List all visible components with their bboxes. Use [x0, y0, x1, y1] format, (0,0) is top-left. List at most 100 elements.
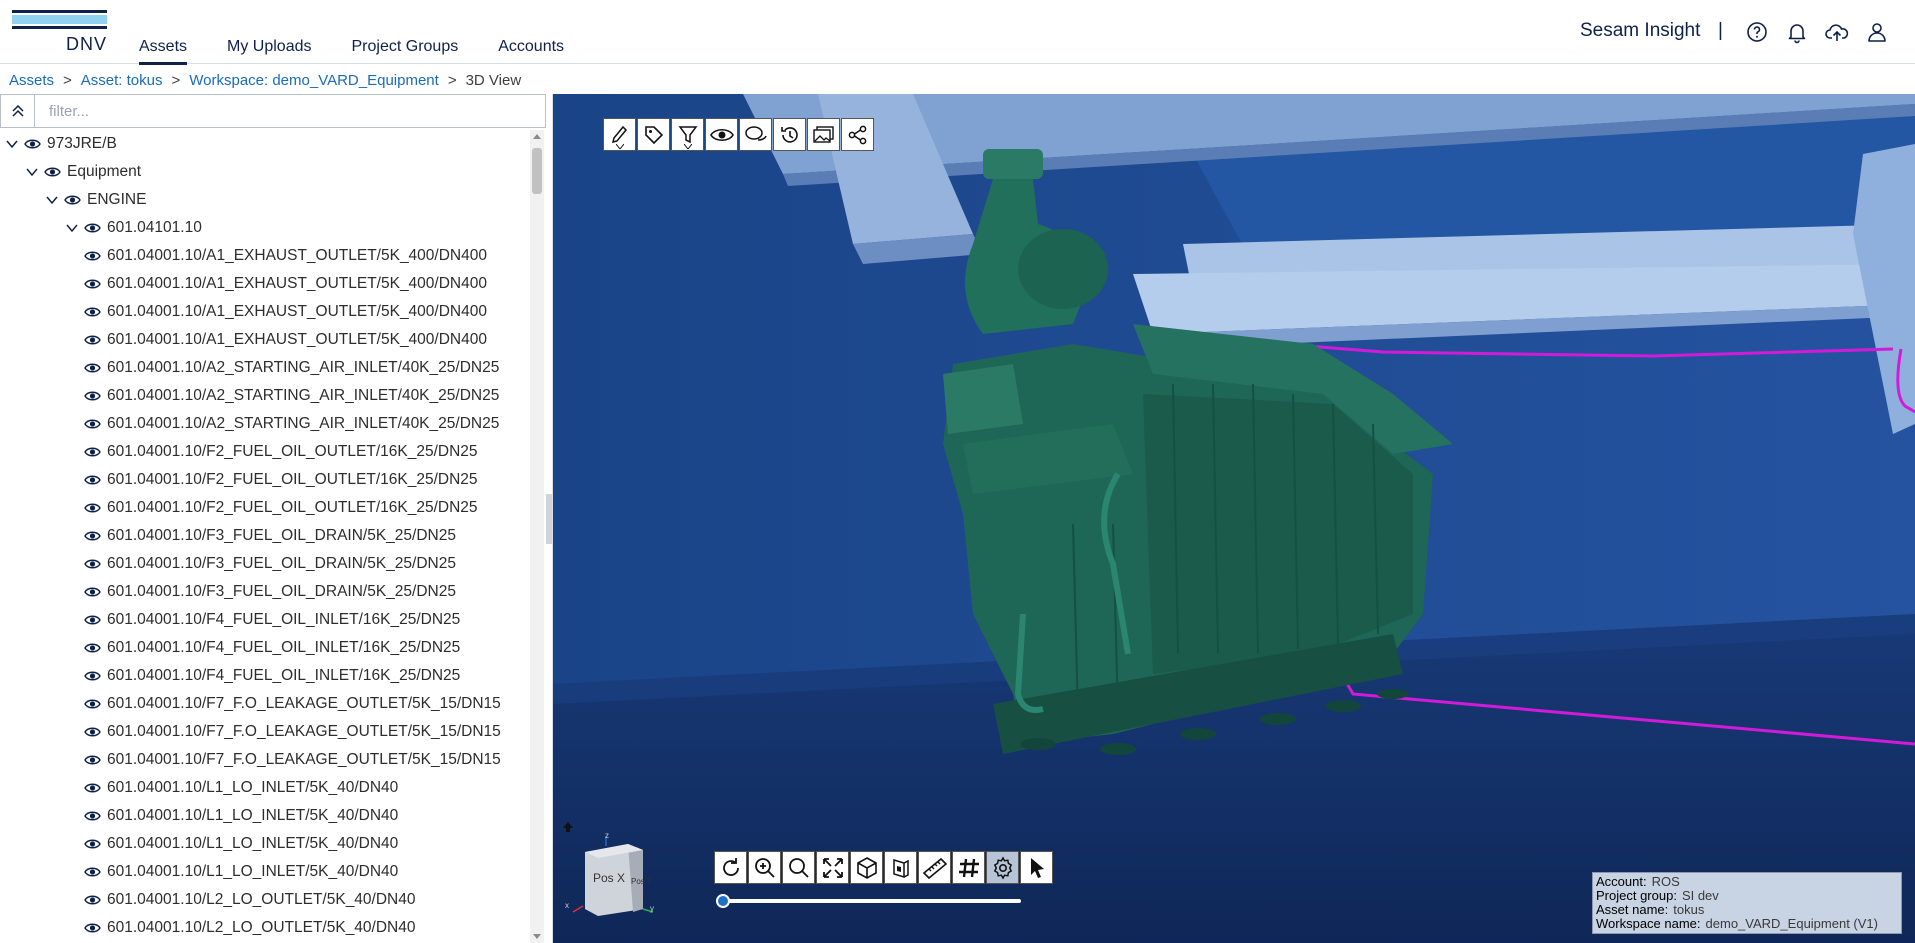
eye-icon[interactable]	[84, 810, 101, 822]
tree-item-row[interactable]: 601.04001.10/F2_FUEL_OIL_OUTLET/16K_25/D…	[84, 494, 478, 522]
chevron-down-icon[interactable]	[4, 136, 20, 152]
tree-item-row[interactable]: 601.04001.10/F4_FUEL_OIL_INLET/16K_25/DN…	[84, 662, 460, 690]
markup-button[interactable]	[603, 118, 636, 151]
filter-button[interactable]	[671, 118, 704, 151]
tree-item-row[interactable]: 601.04001.10/L1_LO_INLET/5K_40/DN40	[84, 802, 398, 830]
history-button[interactable]	[773, 118, 806, 151]
view-cube-button[interactable]	[850, 851, 883, 884]
tree-item-row[interactable]: 601.04001.10/A1_EXHAUST_OUTLET/5K_400/DN…	[84, 326, 487, 354]
eye-icon[interactable]	[24, 138, 41, 150]
eye-icon[interactable]	[84, 698, 101, 710]
tree-item-row[interactable]: 601.04001.10/F7_F.O_LEAKAGE_OUTLET/5K_15…	[84, 718, 501, 746]
transparency-slider-knob[interactable]	[716, 894, 730, 908]
breadcrumb-asset[interactable]: Asset: tokus	[81, 72, 163, 89]
eye-icon[interactable]	[84, 782, 101, 794]
chevron-down-icon[interactable]	[24, 164, 40, 180]
tag-button[interactable]	[637, 118, 670, 151]
eye-icon[interactable]	[84, 334, 101, 346]
eye-icon[interactable]	[84, 614, 101, 626]
eye-icon[interactable]	[84, 502, 101, 514]
gallery-button[interactable]	[807, 118, 840, 151]
nav-assets[interactable]: Assets	[139, 0, 188, 65]
nav-accounts[interactable]: Accounts	[498, 0, 564, 64]
tree-group-row[interactable]: ENGINE	[44, 186, 146, 214]
chevron-down-icon[interactable]	[64, 220, 80, 236]
eye-icon[interactable]	[84, 418, 101, 430]
eye-icon[interactable]	[84, 726, 101, 738]
scroll-thumb[interactable]	[532, 148, 542, 194]
eye-icon[interactable]	[84, 922, 101, 934]
help-icon[interactable]	[1745, 20, 1769, 44]
eye-icon[interactable]	[84, 474, 101, 486]
tree-item-row[interactable]: 601.04001.10/L1_LO_INLET/5K_40/DN40	[84, 830, 398, 858]
eye-icon[interactable]	[84, 586, 101, 598]
comments-button[interactable]	[739, 118, 772, 151]
eye-icon[interactable]	[64, 194, 81, 206]
eye-icon[interactable]	[84, 362, 101, 374]
tree-item-row[interactable]: 601.04001.10/F4_FUEL_OIL_INLET/16K_25/DN…	[84, 634, 460, 662]
tree-group-row[interactable]: Equipment	[24, 158, 141, 186]
3d-viewport[interactable]: Pos X Pos Y z x y Account: ROS Project g…	[553, 94, 1915, 943]
eye-icon[interactable]	[84, 306, 101, 318]
tree-item-row[interactable]: 601.04001.10/F2_FUEL_OIL_OUTLET/16K_25/D…	[84, 438, 478, 466]
tree-item-row[interactable]: 601.04001.10/F3_FUEL_OIL_DRAIN/5K_25/DN2…	[84, 550, 456, 578]
tree-item-row[interactable]: 601.04001.10/F2_FUEL_OIL_OUTLET/16K_25/D…	[84, 466, 478, 494]
tree-item-row[interactable]: 601.04001.10/F7_F.O_LEAKAGE_OUTLET/5K_15…	[84, 690, 501, 718]
breadcrumb-assets[interactable]: Assets	[9, 72, 54, 89]
tree-scrollbar[interactable]	[530, 130, 544, 943]
tree-item-row[interactable]: 601.04001.10/A1_EXHAUST_OUTLET/5K_400/DN…	[84, 298, 487, 326]
eye-icon[interactable]	[84, 250, 101, 262]
eye-icon[interactable]	[84, 446, 101, 458]
nav-my-uploads[interactable]: My Uploads	[227, 0, 311, 64]
section-button[interactable]	[884, 851, 917, 884]
eye-icon[interactable]	[84, 530, 101, 542]
scroll-up-arrow[interactable]	[533, 134, 541, 139]
share-button[interactable]	[841, 118, 874, 151]
tree-item-row[interactable]: 601.04001.10/L2_LO_OUTLET/5K_40/DN40	[84, 886, 416, 914]
tree-item-row[interactable]: 601.04001.10/A1_EXHAUST_OUTLET/5K_400/DN…	[84, 270, 487, 298]
eye-icon[interactable]	[84, 222, 101, 234]
tree-item-row[interactable]: 601.04001.10/L2_LO_OUTLET/5K_40/DN40	[84, 914, 416, 942]
eye-icon[interactable]	[84, 558, 101, 570]
grid-button[interactable]	[952, 851, 985, 884]
transparency-slider-track[interactable]	[719, 899, 1021, 903]
settings-button[interactable]	[986, 851, 1019, 884]
zoom-button[interactable]	[782, 851, 815, 884]
eye-icon[interactable]	[44, 166, 61, 178]
upload-icon[interactable]	[1825, 20, 1849, 44]
tree-group-row[interactable]: 973JRE/B	[4, 130, 117, 158]
rotate-button[interactable]	[714, 851, 747, 884]
eye-icon[interactable]	[84, 754, 101, 766]
tree-item-row[interactable]: 601.04001.10/A1_EXHAUST_OUTLET/5K_400/DN…	[84, 242, 487, 270]
tree-item-row[interactable]: 601.04001.10/F7_F.O_LEAKAGE_OUTLET/5K_15…	[84, 746, 501, 774]
chevron-down-icon[interactable]	[44, 192, 60, 208]
eye-icon[interactable]	[84, 838, 101, 850]
user-icon[interactable]	[1865, 20, 1889, 44]
dnv-logo[interactable]: DNV	[12, 10, 107, 54]
breadcrumb-workspace[interactable]: Workspace: demo_VARD_Equipment	[189, 72, 439, 89]
tree-item-row[interactable]: 601.04001.10/L1_LO_INLET/5K_40/DN40	[84, 858, 398, 886]
visibility-button[interactable]	[705, 118, 738, 151]
eye-icon[interactable]	[84, 642, 101, 654]
tree-group-row[interactable]: 601.04101.10	[64, 214, 202, 242]
eye-icon[interactable]	[84, 894, 101, 906]
scroll-down-arrow[interactable]	[533, 934, 541, 939]
eye-icon[interactable]	[84, 866, 101, 878]
tree-item-row[interactable]: 601.04001.10/A2_STARTING_AIR_INLET/40K_2…	[84, 410, 499, 438]
tree-item-row[interactable]: 601.04001.10/F4_FUEL_OIL_INLET/16K_25/DN…	[84, 606, 460, 634]
tree-item-row[interactable]: 601.04001.10/F3_FUEL_OIL_DRAIN/5K_25/DN2…	[84, 522, 456, 550]
eye-icon[interactable]	[84, 278, 101, 290]
zoom-in-button[interactable]	[748, 851, 781, 884]
tree-item-row[interactable]: 601.04001.10/A2_STARTING_AIR_INLET/40K_2…	[84, 382, 499, 410]
eye-icon[interactable]	[84, 670, 101, 682]
measure-button[interactable]	[918, 851, 951, 884]
tree-item-row[interactable]: 601.04001.10/F3_FUEL_OIL_DRAIN/5K_25/DN2…	[84, 578, 456, 606]
eye-icon[interactable]	[84, 390, 101, 402]
tree-item-row[interactable]: 601.04001.10/A2_STARTING_AIR_INLET/40K_2…	[84, 354, 499, 382]
tree-item-row[interactable]: 601.04001.10/L1_LO_INLET/5K_40/DN40	[84, 774, 398, 802]
tree-filter-input[interactable]	[39, 96, 539, 126]
panel-resize-handle[interactable]	[546, 494, 552, 544]
bell-icon[interactable]	[1785, 20, 1809, 44]
collapse-all-button[interactable]	[1, 95, 35, 127]
nav-project-groups[interactable]: Project Groups	[352, 0, 459, 64]
